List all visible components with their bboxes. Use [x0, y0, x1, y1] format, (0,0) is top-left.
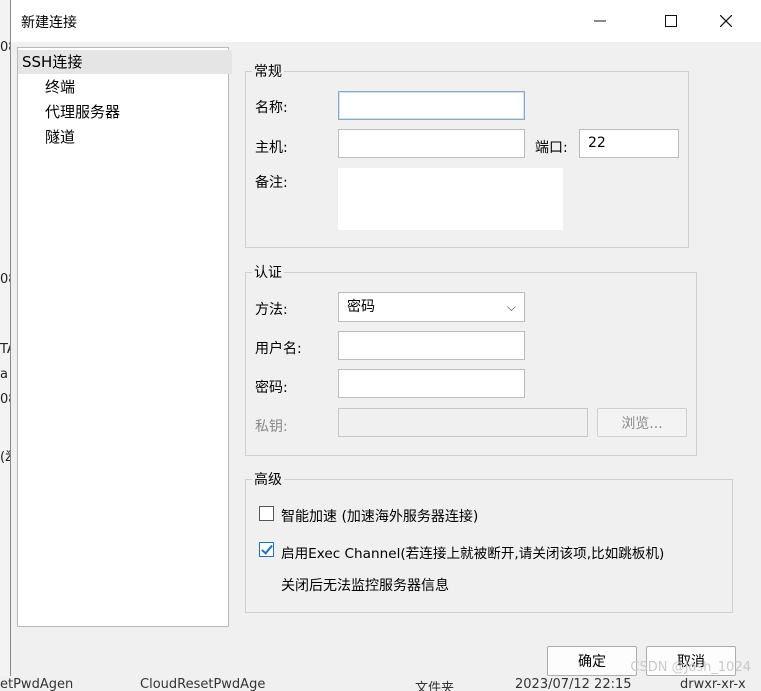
minimize-icon [594, 20, 606, 22]
title-bar: 新建连接 [11, 0, 761, 42]
background-text: etPwdAgen [0, 677, 74, 691]
tree-item-terminal[interactable]: 终端 [45, 75, 75, 99]
username-label: 用户名: [255, 341, 302, 357]
host-input[interactable] [338, 129, 525, 158]
tree-item-ssh[interactable]: SSH连接 [18, 50, 232, 74]
dialog-title: 新建连接 [21, 15, 77, 31]
method-value: 密码 [347, 299, 375, 315]
host-label: 主机: [255, 140, 288, 156]
watermark: CSDN @Josh_1024 [630, 660, 751, 675]
exec-channel-note: 关闭后无法监控服务器信息 [281, 578, 449, 594]
background-text: drwxr-xr-x [680, 677, 746, 691]
chevron-down-icon: ⌵ [506, 300, 516, 314]
tree-item-tunnel[interactable]: 隧道 [45, 125, 75, 149]
new-connection-dialog: 新建连接 SSH连接 终端 代理服务器 隧道 常规 名称: 主机: 端口: 22… [10, 0, 761, 676]
minimize-button[interactable] [577, 0, 623, 42]
background-text: CloudResetPwdAge [140, 677, 266, 691]
maximize-icon [665, 15, 677, 27]
browse-button: 浏览... [597, 408, 687, 437]
background-file-row: etPwdAgen CloudResetPwdAge 文件夹 2023/07/1… [0, 676, 761, 691]
close-icon [720, 15, 732, 27]
username-input[interactable] [338, 331, 525, 360]
method-select[interactable]: 密码 ⌵ [338, 292, 525, 322]
background-text: 文件夹 [415, 681, 455, 691]
note-label: 备注: [255, 175, 288, 191]
settings-tree: SSH连接 终端 代理服务器 隧道 [17, 47, 232, 627]
close-button[interactable] [703, 0, 749, 42]
password-label: 密码: [255, 380, 288, 396]
private-key-input [338, 408, 588, 437]
private-key-label: 私钥: [255, 419, 288, 435]
background-text: a [0, 367, 8, 382]
exec-channel-checkbox[interactable] [259, 542, 274, 557]
name-input[interactable] [338, 91, 525, 120]
background-text: 2023/07/12 22:15 [515, 677, 632, 691]
name-label: 名称: [255, 100, 288, 116]
general-group-title: 常规 [252, 61, 284, 81]
smart-accel-label: 智能加速 (加速海外服务器连接) [281, 509, 479, 525]
port-label: 端口: [535, 140, 568, 156]
maximize-button[interactable] [648, 0, 694, 42]
password-input[interactable] [338, 369, 525, 398]
ok-button[interactable]: 确定 [547, 646, 637, 676]
smart-accel-checkbox[interactable] [259, 506, 274, 521]
auth-group-title: 认证 [252, 262, 284, 282]
tree-item-proxy[interactable]: 代理服务器 [45, 100, 120, 124]
port-input[interactable]: 22 [579, 129, 679, 158]
advanced-group-title: 高级 [252, 469, 284, 489]
exec-channel-label: 启用Exec Channel(若连接上就被断开,请关闭该项,比如跳板机) [281, 546, 665, 562]
note-textarea[interactable] [338, 168, 563, 230]
method-label: 方法: [255, 302, 288, 318]
